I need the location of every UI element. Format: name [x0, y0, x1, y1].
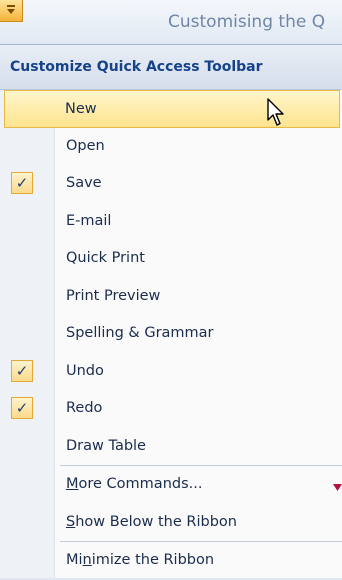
label-post: ore Commands...	[78, 476, 203, 492]
menu-item-more-commands[interactable]: More Commands...	[0, 466, 342, 504]
access-key: S	[66, 513, 76, 530]
menu-item-undo[interactable]: ✓ Undo	[0, 353, 342, 391]
menu-item-spelling-grammar[interactable]: Spelling & Grammar	[0, 315, 342, 353]
menu-items: New Open ✓ Save E-mail Quick Print Print Previ…	[0, 90, 342, 465]
menu-item-label: Open	[66, 137, 105, 154]
menu-header: Customize Quick Access Toolbar	[0, 45, 342, 90]
menu-item-label: Redo	[66, 400, 103, 416]
menu-item-quick-print[interactable]: Quick Print	[0, 240, 342, 278]
menu-item-minimize-ribbon[interactable]: Minimize the Ribbon	[0, 542, 342, 580]
menu-item-open[interactable]: Open	[0, 128, 342, 166]
menu-item-label: Save	[66, 175, 102, 191]
red-triangle-icon	[333, 484, 342, 491]
dropdown-arrow-icon	[7, 9, 15, 14]
customize-qat-menu: Customize Quick Access Toolbar New Open ✓ S…	[0, 44, 342, 578]
label-post: imize the Ribbon	[91, 552, 215, 568]
menu-item-save[interactable]: ✓ Save	[0, 165, 342, 203]
customize-qat-dropdown-button[interactable]	[0, 0, 23, 22]
menu-item-label: New	[65, 101, 97, 117]
menu-item-e-mail[interactable]: E-mail	[0, 203, 342, 241]
menu-item-new[interactable]: New	[4, 90, 340, 128]
menu-item-label: Spelling & Grammar	[66, 325, 214, 341]
menu-item-print-preview[interactable]: Print Preview	[0, 278, 342, 316]
label-pre: Mi	[66, 552, 83, 568]
menu-item-redo[interactable]: ✓ Redo	[0, 390, 342, 428]
menu-item-label: Undo	[66, 362, 104, 379]
title-bar: Customising the Q	[0, 0, 342, 42]
window-title: Customising the Q	[168, 12, 326, 32]
dropdown-bar-icon	[7, 5, 15, 7]
menu-item-label: Quick Print	[66, 250, 145, 266]
access-key: M	[66, 476, 79, 492]
menu-item-label: Print Preview	[66, 287, 161, 304]
menu-item-draw-table[interactable]: Draw Table	[0, 428, 342, 466]
menu-item-label: E-mail	[66, 212, 112, 229]
checkmark-icon: ✓	[11, 397, 33, 419]
menu-item-label: Draw Table	[66, 437, 146, 454]
menu-item-show-below-ribbon[interactable]: Show Below the Ribbon	[0, 504, 342, 542]
checkmark-icon: ✓	[11, 359, 33, 382]
mouse-pointer-icon	[267, 98, 284, 126]
label-post: how Below the Ribbon	[75, 513, 237, 530]
checkmark-icon: ✓	[11, 172, 33, 194]
access-key: n	[82, 552, 92, 568]
